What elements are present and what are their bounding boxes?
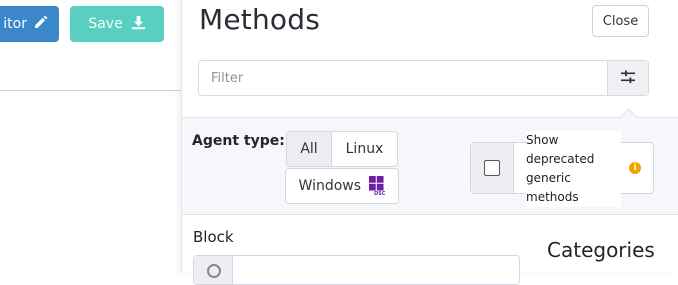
- categories-title: Categories: [547, 238, 655, 262]
- agent-type-windows-label: Windows: [298, 178, 362, 194]
- editor-background: itor Save: [0, 0, 181, 272]
- download-icon: [131, 15, 146, 34]
- block-label: Block: [193, 228, 234, 246]
- save-button-label: Save: [88, 16, 123, 32]
- agent-type-all-button[interactable]: All: [286, 131, 332, 167]
- methods-panel: Methods Close Agent type: All Linux Wind…: [181, 0, 678, 285]
- filter-bar: [198, 60, 649, 96]
- editor-button[interactable]: itor: [0, 6, 59, 42]
- show-deprecated-checkbox[interactable]: [484, 160, 500, 176]
- filter-options-section: Agent type: All Linux Windows DSC Show d…: [182, 117, 678, 215]
- windows-dsc-icon: DSC: [368, 175, 386, 197]
- close-button[interactable]: Close: [592, 5, 649, 37]
- dsc-badge: DSC: [374, 190, 386, 197]
- editor-button-label: itor: [3, 16, 27, 32]
- agent-type-linux-button[interactable]: Linux: [331, 131, 398, 167]
- show-deprecated-checkbox-container[interactable]: [471, 143, 514, 193]
- sliders-icon: [621, 69, 635, 88]
- pencil-icon: [33, 14, 49, 34]
- show-deprecated-label: Show deprecated generic methods: [526, 131, 621, 207]
- filter-options-button[interactable]: [607, 61, 648, 95]
- save-button[interactable]: Save: [70, 6, 164, 42]
- agent-type-label: Agent type:: [192, 133, 285, 149]
- agent-type-windows-button[interactable]: Windows DSC: [285, 168, 399, 204]
- panel-title: Methods: [199, 3, 321, 36]
- info-icon[interactable]: i: [629, 162, 641, 174]
- editor-divider: [0, 90, 181, 91]
- filter-input[interactable]: [199, 61, 607, 95]
- block-select[interactable]: [193, 255, 520, 285]
- block-select-icon: [194, 256, 233, 284]
- show-deprecated-toggle[interactable]: Show deprecated generic methods i: [470, 131, 654, 207]
